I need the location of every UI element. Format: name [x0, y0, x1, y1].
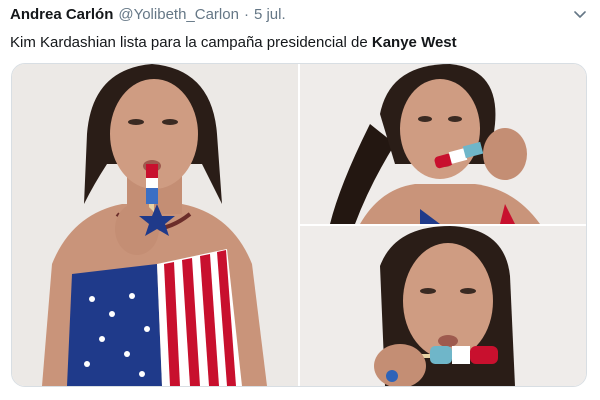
tweet-date[interactable]: 5 jul. — [254, 6, 286, 23]
photo-main[interactable] — [12, 64, 298, 386]
photo-bottom-right[interactable] — [300, 226, 586, 386]
tweet-header: Andrea Carlón @Yolibeth_Carlon · 5 jul. — [10, 6, 588, 26]
photo-top-right[interactable] — [300, 64, 586, 224]
separator-dot: · — [243, 6, 249, 23]
chevron-down-icon[interactable] — [572, 7, 588, 23]
photo-bottom-illustration — [300, 226, 586, 386]
author-display-name[interactable]: Andrea Carlón — [10, 6, 113, 23]
tweet-text: Kim Kardashian lista para la campaña pre… — [10, 34, 588, 51]
tweet-text-bold[interactable]: Kanye West — [372, 34, 457, 51]
media-grid — [11, 63, 587, 387]
author-info: Andrea Carlón @Yolibeth_Carlon · 5 jul. — [10, 6, 286, 23]
author-handle[interactable]: @Yolibeth_Carlon — [118, 6, 239, 23]
tweet-card[interactable]: Andrea Carlón @Yolibeth_Carlon · 5 jul. … — [0, 0, 600, 400]
photo-top-illustration — [300, 64, 586, 224]
photo-main-illustration — [12, 64, 298, 386]
tweet-text-body: Kim Kardashian lista para la campaña pre… — [10, 34, 372, 51]
